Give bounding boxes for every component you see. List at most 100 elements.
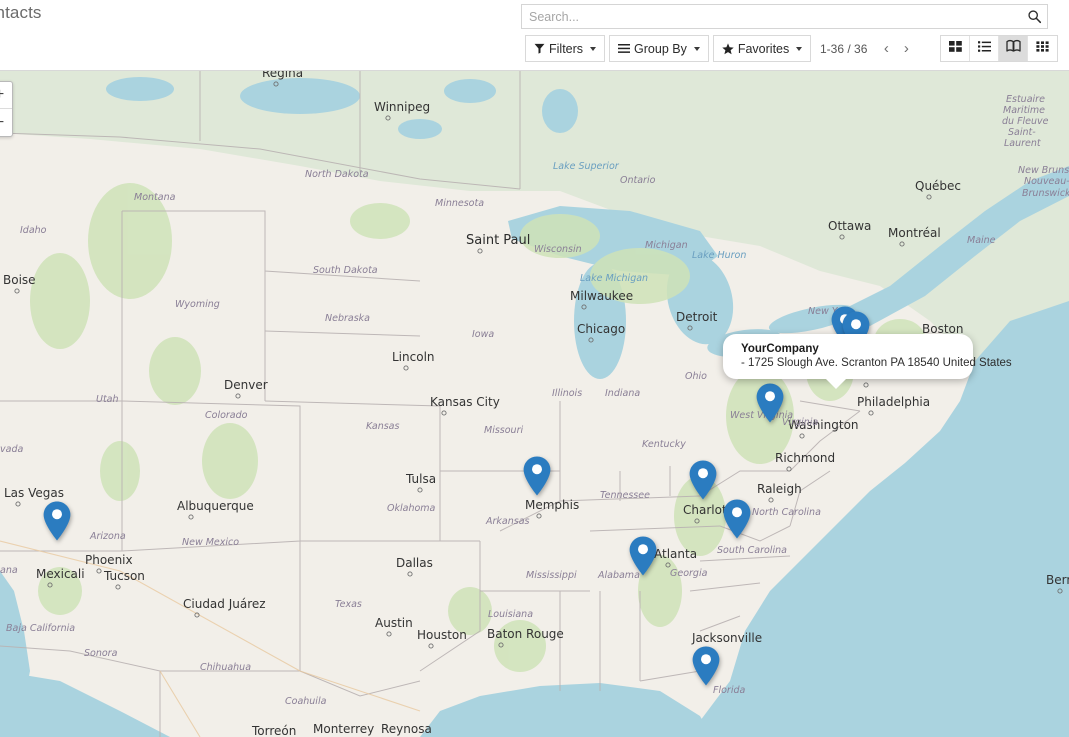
map-region-label: Missouri: [484, 425, 523, 436]
map-region-label: Georgia: [670, 568, 708, 579]
map-marker[interactable]: [628, 535, 658, 577]
map-region-label: North Dakota: [305, 169, 369, 180]
map-marker[interactable]: [691, 645, 721, 687]
map-city-label: Montréal: [888, 226, 941, 240]
kanban-view-button[interactable]: [941, 36, 970, 61]
zoom-in-button[interactable]: +: [0, 82, 12, 109]
map-region-label: Maritime: [1003, 105, 1045, 116]
map-region-label: North Carolina: [752, 507, 821, 518]
zoom-out-button[interactable]: −: [0, 109, 12, 136]
map-region-label: Kentucky: [642, 439, 686, 450]
map-region-label: South Dakota: [313, 265, 378, 276]
map-marker[interactable]: [42, 500, 72, 542]
star-icon: [722, 42, 734, 55]
map-city-label: Albuquerque: [177, 499, 254, 513]
map-city-label: Regina: [262, 71, 303, 80]
map-zoom-control: + −: [0, 81, 13, 137]
map-region-label: Chihuahua: [200, 662, 251, 673]
map-region-label: Montana: [134, 192, 176, 203]
map-region-label: New Brunswick: [1018, 165, 1069, 176]
map-region-label: Arizona: [89, 531, 126, 542]
grid-icon: [1036, 40, 1049, 58]
record-count: 1-36 / 36: [820, 41, 868, 56]
list-view-button[interactable]: [970, 36, 999, 61]
map-view[interactable]: Regina Winnipeg Saint Paul Milwaukee Chicago…: [0, 71, 1069, 737]
map-city-label: Las Vegas: [4, 486, 64, 500]
favorites-button-label: Favorites: [737, 41, 790, 56]
map-city-label: Raleigh: [757, 482, 802, 496]
map-region-label: Ohio: [685, 371, 707, 382]
control-panel: ontacts Filters: [0, 0, 1069, 71]
map-region-label: Baja California: [6, 623, 75, 634]
group-by-button[interactable]: Group By: [609, 35, 709, 62]
map-city-label: Richmond: [775, 451, 835, 465]
pager: 1-36 / 36 ‹ ›: [820, 35, 915, 62]
map-region-label: Ontario: [620, 175, 656, 186]
group-by-button-label: Group By: [634, 41, 687, 56]
map-tiles[interactable]: Regina Winnipeg Saint Paul Milwaukee Chicago…: [0, 71, 1069, 737]
kanban-icon: [948, 40, 962, 58]
list-icon: [977, 40, 991, 58]
map-region-label: vada: [0, 444, 23, 455]
map-region-label: Utah: [96, 394, 119, 405]
map-city-label: Houston: [417, 628, 467, 642]
map-region-label: Sonora: [84, 648, 118, 659]
filters-button[interactable]: Filters: [525, 35, 606, 62]
map-city-label: Torreón: [251, 724, 296, 737]
map-city-label: Philadelphia: [857, 395, 930, 409]
map-region-label: Kansas: [366, 421, 400, 432]
map-marker[interactable]: [522, 455, 552, 497]
map-city-label: Mexicali: [36, 567, 85, 581]
chevron-down-icon: [796, 46, 803, 51]
map-marker[interactable]: [688, 459, 718, 501]
map-city-label: Kansas City: [430, 395, 500, 409]
map-region-label: Texas: [335, 599, 362, 610]
map-region-label: Indiana: [605, 388, 640, 399]
map-popup[interactable]: YourCompany - 1725 Slough Ave. Scranton …: [723, 334, 1012, 389]
map-city-label: Phoenix: [85, 553, 133, 567]
map-city-label: Reynosa: [381, 722, 432, 736]
search-icon[interactable]: [1021, 5, 1047, 28]
map-region-label: du Fleuve: [1002, 116, 1049, 127]
search-input[interactable]: [522, 5, 1021, 28]
map-region-label: Coahuila: [285, 696, 327, 707]
map-region-label: Illinois: [552, 388, 582, 399]
map-region-label: Estuaire: [1006, 94, 1045, 105]
map-region-label: Nebraska: [325, 313, 370, 324]
map-city-label: Saint Paul: [466, 233, 530, 248]
map-view-button[interactable]: [999, 36, 1028, 61]
chevron-left-icon[interactable]: ‹: [877, 38, 895, 60]
list-lines-icon: [618, 43, 631, 54]
map-region-label: Saint-: [1008, 127, 1036, 138]
map-region-label: Tennessee: [600, 490, 650, 501]
map-city-label: Atlanta: [654, 547, 697, 561]
map-city-label: Ottawa: [828, 219, 871, 233]
map-popup-address: - 1725 Slough Ave. Scranton PA 18540 Uni…: [741, 357, 1012, 369]
map-city-label: Boise: [3, 273, 36, 287]
map-city-label: Austin: [375, 616, 413, 630]
map-region-label: Wyoming: [175, 299, 220, 310]
map-city-label: Monterrey: [313, 722, 374, 736]
map-region-label: Brunswick: [1022, 188, 1069, 199]
chevron-right-icon[interactable]: ›: [897, 38, 915, 60]
map-city-label: Lincoln: [392, 350, 435, 364]
map-water-label: Lake Michigan: [580, 273, 648, 284]
map-region-label: ana: [0, 565, 18, 576]
map-icon: [1005, 39, 1021, 58]
map-region-label: Arkansas: [485, 516, 530, 527]
map-city-label: Tucson: [103, 569, 145, 583]
map-city-label: Ciudad Juárez: [183, 597, 266, 611]
map-marker[interactable]: [755, 382, 785, 424]
map-marker[interactable]: [722, 498, 752, 540]
map-region-label: Nouveau-: [1024, 176, 1069, 187]
grid-view-button[interactable]: [1028, 36, 1057, 61]
search-bar[interactable]: [521, 4, 1048, 29]
map-region-label: Iowa: [472, 329, 494, 340]
page-title: ontacts: [0, 3, 42, 22]
map-popup-title: YourCompany: [741, 343, 819, 355]
favorites-button[interactable]: Favorites: [712, 35, 812, 62]
map-region-label: Mississippi: [526, 570, 577, 581]
map-city-label: Jacksonville: [691, 631, 762, 645]
map-region-label: Maine: [967, 235, 996, 246]
filter-icon: [534, 43, 545, 54]
